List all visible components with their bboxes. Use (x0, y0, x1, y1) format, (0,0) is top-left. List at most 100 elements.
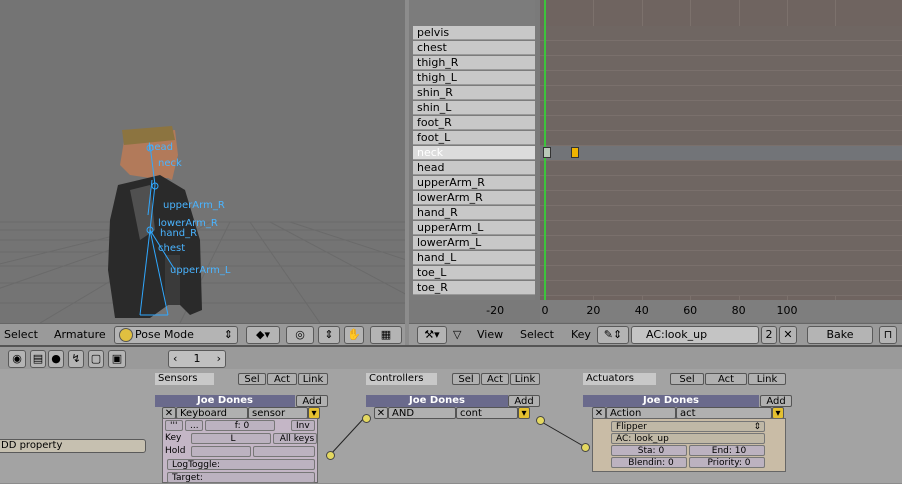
menu-key[interactable]: Key (571, 328, 591, 341)
menu-view[interactable]: View (477, 328, 503, 341)
channel-neck[interactable]: neck (413, 146, 535, 160)
actuator-input-connector[interactable] (581, 443, 590, 452)
timeline-row[interactable] (540, 191, 902, 206)
actuators-add-button[interactable]: Add (760, 395, 792, 407)
actuators-link-toggle[interactable]: Link (748, 373, 786, 385)
scene-context-button[interactable]: ▢ (88, 350, 104, 368)
timeline-row[interactable] (540, 86, 902, 101)
all-keys-toggle[interactable]: All keys (273, 433, 317, 444)
channel-shin-r[interactable]: shin_R (413, 86, 535, 100)
collapse-triangle-icon[interactable]: ▽ (453, 328, 461, 341)
start-frame-field[interactable]: Sta: 0 (611, 445, 687, 456)
unlink-action-button[interactable]: ✕ (779, 326, 797, 344)
sensors-add-button[interactable]: Add (296, 395, 328, 407)
3d-viewport[interactable]: head neck upperArm_R lowerArm_R hand_R c… (0, 0, 405, 323)
lock-button[interactable]: ⊓ (879, 326, 897, 344)
channel-foot-r[interactable]: foot_R (413, 116, 535, 130)
channel-thigh-l[interactable]: thigh_L (413, 71, 535, 85)
timeline-row[interactable] (540, 41, 902, 56)
layers-button[interactable]: ▦ (370, 326, 402, 344)
channel-lowerarm-r[interactable]: lowerArm_R (413, 191, 535, 205)
sensors-object-name[interactable]: Joe Dones (155, 395, 295, 407)
controllers-object-name[interactable]: Joe Dones (366, 395, 508, 407)
end-frame-field[interactable]: End: 10 (689, 445, 765, 456)
channel-toe-l[interactable]: toe_L (413, 266, 535, 280)
pulse-true-button[interactable]: ''' (165, 420, 183, 431)
timeline-row[interactable] (540, 131, 902, 146)
controllers-sel-toggle[interactable]: Sel (452, 373, 480, 385)
blendin-field[interactable]: Blendin: 0 (611, 457, 687, 468)
actuators-act-toggle[interactable]: Act (705, 373, 747, 385)
keyframe[interactable] (543, 147, 551, 158)
menu-select[interactable]: Select (4, 328, 38, 341)
timeline-row[interactable] (540, 101, 902, 116)
frequency-field[interactable]: f: 0 (205, 420, 275, 431)
logic-editor-type[interactable]: ◉ (8, 350, 26, 368)
channel-upperarm-r[interactable]: upperArm_R (413, 176, 535, 190)
controllers-add-button[interactable]: Add (508, 395, 540, 407)
channel-hand-r[interactable]: hand_R (413, 206, 535, 220)
play-mode-select[interactable]: Flipper ⇕ (611, 421, 765, 432)
channel-thigh-r[interactable]: thigh_R (413, 56, 535, 70)
sensors-link-toggle[interactable]: Link (298, 373, 328, 385)
keyframe-selected[interactable] (571, 147, 579, 158)
sensors-sel-toggle[interactable]: Sel (238, 373, 266, 385)
shading-context-button[interactable]: ● (48, 350, 64, 368)
action-timeline[interactable] (540, 0, 902, 300)
draw-type-button[interactable]: ◆▾ (246, 326, 280, 344)
timeline-row[interactable] (540, 236, 902, 251)
priority-field[interactable]: Priority: 0 (689, 457, 765, 468)
controller-delete-button[interactable]: ✕ (374, 407, 388, 419)
action-browse-button[interactable]: ✎⇕ (597, 326, 629, 344)
hold-field-1[interactable] (191, 446, 251, 457)
timeline-row[interactable] (540, 161, 902, 176)
target-field[interactable]: Target: (167, 472, 315, 483)
controller-type-select[interactable]: AND (388, 407, 456, 419)
channel-hand-l[interactable]: hand_L (413, 251, 535, 265)
render-context-button[interactable]: ▣ (108, 350, 126, 368)
frame-number-field[interactable]: ‹ 1 › (168, 350, 226, 368)
invert-toggle[interactable]: Inv (291, 420, 315, 431)
key-field[interactable]: L (191, 433, 271, 444)
timeline-row[interactable] (540, 146, 902, 161)
channel-upperarm-l[interactable]: upperArm_L (413, 221, 535, 235)
action-name-field[interactable]: AC:look_up (631, 326, 759, 344)
controllers-link-toggle[interactable]: Link (510, 373, 540, 385)
timeline-row[interactable] (540, 176, 902, 191)
frame-ruler[interactable]: -20 0 20 40 60 80 100 (486, 300, 902, 322)
bake-button[interactable]: Bake (807, 326, 873, 344)
channel-head[interactable]: head (413, 161, 535, 175)
physics-context-button[interactable]: ↯ (68, 350, 84, 368)
action-field[interactable]: AC: look_up (611, 433, 765, 444)
timeline-row[interactable] (540, 206, 902, 221)
timeline-row[interactable] (540, 266, 902, 281)
editor-type-button[interactable]: ⚒▾ (417, 326, 447, 344)
timeline-row[interactable] (540, 251, 902, 266)
actuators-sel-toggle[interactable]: Sel (670, 373, 704, 385)
channel-shin-l[interactable]: shin_L (413, 101, 535, 115)
timeline-row[interactable] (540, 71, 902, 86)
hand-button[interactable]: ✋ (344, 326, 364, 344)
controller-name-field[interactable]: cont (456, 407, 518, 419)
logtoggle-field[interactable]: LogToggle: (167, 459, 315, 470)
pivot-button[interactable]: ◎ (286, 326, 314, 344)
controllers-act-toggle[interactable]: Act (481, 373, 509, 385)
object-context-button[interactable]: ▤ (30, 350, 46, 368)
transform-toggle[interactable]: ⇕ (318, 326, 340, 344)
timeline-row[interactable] (540, 26, 902, 41)
actuators-object-name[interactable]: Joe Dones (583, 395, 759, 407)
channel-foot-l[interactable]: foot_L (413, 131, 535, 145)
menu-armature[interactable]: Armature (54, 328, 106, 341)
users-count[interactable]: 2 (761, 326, 777, 344)
controller-input-connector[interactable] (362, 414, 371, 423)
controller-output-connector[interactable] (536, 416, 545, 425)
timeline-row[interactable] (540, 116, 902, 131)
hold-field-2[interactable] (253, 446, 315, 457)
menu-select-action[interactable]: Select (520, 328, 554, 341)
timeline-row[interactable] (540, 281, 902, 296)
pulse-false-button[interactable]: ... (185, 420, 203, 431)
channel-pelvis[interactable]: pelvis (413, 26, 535, 40)
sensors-act-toggle[interactable]: Act (267, 373, 297, 385)
channel-chest[interactable]: chest (413, 41, 535, 55)
controller-collapse-button[interactable]: ▾ (518, 407, 530, 419)
